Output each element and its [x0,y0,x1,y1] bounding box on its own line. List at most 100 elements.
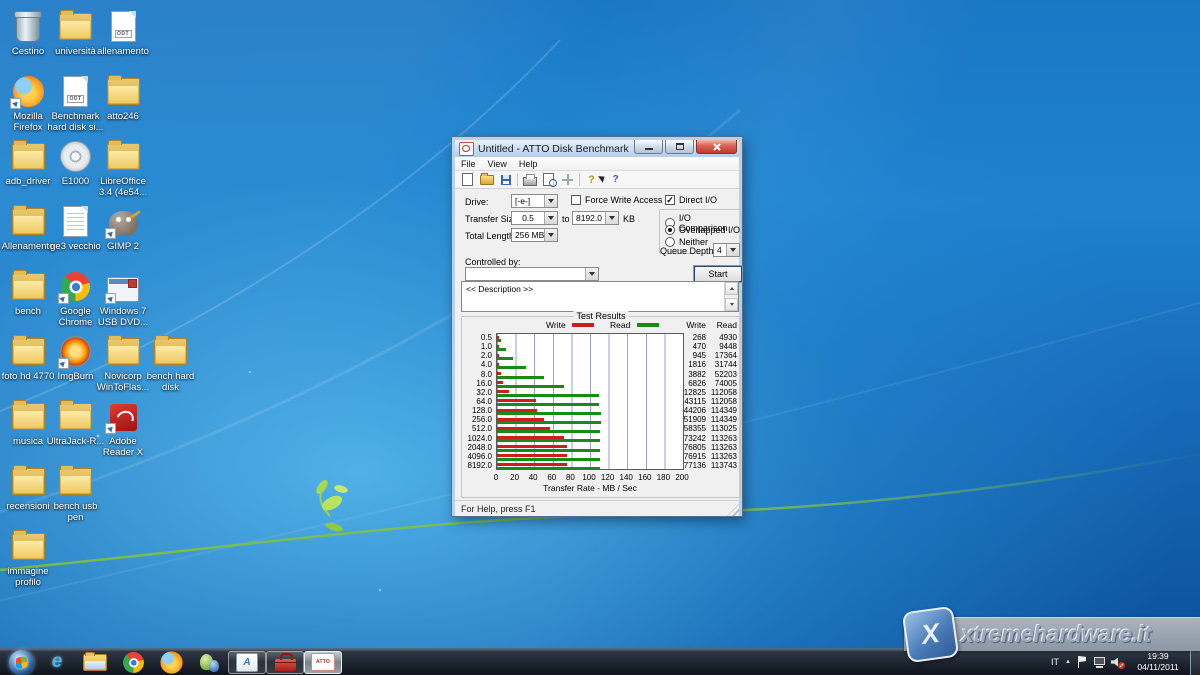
volume-muted-icon[interactable] [1111,657,1124,668]
total-length-select[interactable]: 256 MB [511,228,558,242]
dropdown-arrow-icon[interactable] [726,244,739,256]
writer-window-icon: A [236,653,258,672]
to-label: to [562,214,570,224]
read-bar [497,348,506,351]
toolbar-separator [579,173,580,186]
save-button[interactable] [496,172,515,187]
print-button[interactable] [520,172,539,187]
window-titlebar[interactable]: Untitled - ATTO Disk Benchmark [455,140,739,157]
dropdown-arrow-icon[interactable] [544,229,557,241]
close-button[interactable] [696,140,737,154]
queue-depth-select[interactable]: 4 [713,243,740,257]
chart-row [497,416,683,425]
dropdown-arrow-icon[interactable] [605,212,618,224]
chart-row [497,361,683,370]
direct-io-checkbox[interactable]: ✓ [665,195,675,205]
taskbar-atto-benchmark[interactable]: ATTO [304,651,342,674]
desktop-icon-ultrajack-r[interactable]: UltraJack-R... [52,398,100,447]
scroll-down-icon[interactable] [725,298,738,311]
x-axis-tick: 100 [582,473,595,482]
write-value: 73242 [668,434,706,443]
desktop-icon-adb-driver[interactable]: adb_driver [4,138,52,187]
dropdown-arrow-icon[interactable] [544,195,557,207]
folder-icon [6,268,50,305]
firefox-icon [6,73,50,110]
desktop-icon-gimp-2[interactable]: GIMP 2 [99,203,147,252]
dropdown-arrow-icon[interactable] [585,268,598,280]
read-bar [497,403,599,406]
minimize-button[interactable] [634,140,663,154]
desktop-icon-label: LibreOffice 3.4 (4e54... [94,176,152,198]
desktop-icon-bench[interactable]: bench [4,268,52,317]
desktop-icon-musica[interactable]: musica [4,398,52,447]
open-button[interactable] [477,172,496,187]
desktop-icon-atto246[interactable]: atto246 [99,73,147,122]
win7usb-icon [101,268,145,305]
transfer-from-select[interactable]: 0.5 [511,211,558,225]
desktop-icon-libreoffice-3-4-4e54[interactable]: LibreOffice 3.4 (4e54... [99,138,147,198]
menu-file[interactable]: File [455,159,482,169]
force-write-access-checkbox[interactable] [571,195,581,205]
write-value: 77136 [668,461,706,470]
hidden-icons-arrow-icon[interactable]: ▲ [1065,659,1071,665]
maximize-button[interactable] [665,140,694,154]
read-value: 113263 [706,434,737,443]
desktop-icon-allenamento[interactable]: Allenamento [4,203,52,252]
network-icon[interactable] [1093,657,1105,668]
context-help-button[interactable]: ? [601,172,625,187]
controlled-by-select[interactable] [465,267,599,281]
folder-icon [101,73,145,110]
show-desktop-button[interactable] [1190,649,1200,675]
toolbox-app-icon [275,659,296,671]
x-axis-tick: 80 [566,473,575,482]
about-button[interactable]: ? [582,172,601,187]
chart-category-label: 128.0 [464,406,494,415]
transfer-to-select[interactable]: 8192.0 [572,211,619,225]
desktop-icon-immagine-profilo[interactable]: immagine profilo [4,528,52,588]
desktop-icon-bench-usb-pen[interactable]: bench usb pen [52,463,100,523]
new-button[interactable] [458,172,477,187]
pan-button[interactable] [558,172,577,187]
desktop-icon-cestino[interactable]: Cestino [4,8,52,57]
dropdown-arrow-icon[interactable] [544,212,557,224]
drive-value: [-e-] [512,195,544,207]
desktop-icon-universit[interactable]: università [52,8,100,57]
taskbar-google-chrome[interactable] [114,650,152,674]
desktop-icon-adobe-reader-x[interactable]: Adobe Reader X [99,398,147,458]
taskbar-firefox[interactable] [152,650,190,674]
desktop-icon-windows-7-usb-dvd[interactable]: Windows 7 USB DVD... [99,268,147,328]
start-button[interactable]: Start [694,266,742,282]
taskbar-windows-explorer[interactable] [76,650,114,674]
desktop-icon-allenamento[interactable]: ODTallenamento [99,8,147,57]
desktop-icon-foto-hd-4770[interactable]: foto hd 4770 [4,333,52,382]
taskbar-internet-explorer[interactable]: e [38,650,76,674]
taskbar-toolbox-app[interactable] [266,651,304,674]
scroll-up-icon[interactable] [725,282,738,295]
description-scrollbar[interactable] [724,282,738,311]
overlapped-io-radio[interactable] [665,225,675,235]
menu-help[interactable]: Help [513,159,544,169]
resize-grip[interactable] [727,504,739,516]
desktop-icon-novicorp-wintoflas[interactable]: Novicorp WinToFlas... [99,333,147,393]
print-preview-button[interactable] [539,172,558,187]
desktop-icon-recensioni[interactable]: recensioni [4,463,52,512]
client-area: Drive: [-e-] Force Write Access ✓ Direct… [455,189,739,500]
description-box[interactable]: << Description >> [461,281,739,312]
desktop-icon-benchmark-hard-disk-si[interactable]: ODTBenchmark hard disk si... [52,73,100,133]
clock[interactable]: 19:39 04/11/2011 [1130,651,1186,673]
disc-icon [54,138,98,175]
language-indicator[interactable]: IT [1051,657,1059,667]
desktop-icon-ge3-vecchio[interactable]: ge3 vecchio [52,203,100,252]
desktop-icon-mozilla-firefox[interactable]: Mozilla Firefox [4,73,52,133]
taskbar-writer-window[interactable]: A [228,651,266,674]
desktop-icon-e1000[interactable]: E1000 [52,138,100,187]
action-center-flag-icon[interactable] [1077,656,1087,668]
desktop-icon-bench-hard-disk[interactable]: bench hard disk [147,333,195,393]
taskbar-live-messenger[interactable] [190,650,228,674]
taskbar-start[interactable] [4,650,38,674]
desktop-icon-imgburn[interactable]: ImgBurn [52,333,100,382]
desktop-icon-google-chrome[interactable]: Google Chrome [52,268,100,328]
x-axis-tick: 60 [547,473,556,482]
menu-view[interactable]: View [482,159,513,169]
drive-select[interactable]: [-e-] [511,194,558,208]
